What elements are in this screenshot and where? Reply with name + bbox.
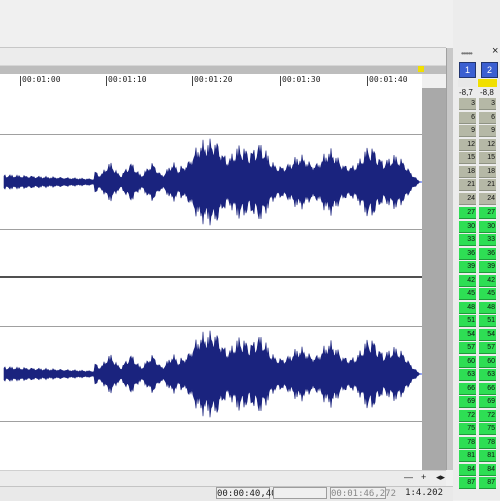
waveform-right-channel bbox=[3, 330, 421, 418]
meter-scale-label: 57 bbox=[479, 342, 496, 354]
ruler-label: 00:01:40 bbox=[369, 75, 408, 84]
meter-scale-label: 27 bbox=[459, 207, 476, 219]
meter-scale-label: 51 bbox=[479, 315, 496, 327]
selection-length bbox=[273, 487, 327, 499]
peak-hold-right bbox=[478, 79, 497, 87]
scroll-arrows-icon[interactable]: ◂▸ bbox=[436, 472, 445, 483]
meter-scale-label: 9 bbox=[459, 125, 476, 137]
meter-scale-label: 30 bbox=[479, 220, 496, 233]
close-icon[interactable]: × bbox=[492, 45, 498, 57]
ruler-label: 00:01:10 bbox=[108, 75, 147, 84]
meter-scale-label: 63 bbox=[479, 369, 496, 381]
meter-scale-label: 48 bbox=[479, 301, 496, 314]
meter-scale-label: 39 bbox=[459, 261, 476, 273]
ruler-tick bbox=[280, 76, 281, 86]
horizontal-scrollbar[interactable] bbox=[0, 470, 446, 487]
file-length: 00:01:46,272 bbox=[330, 487, 397, 499]
selection-bar[interactable] bbox=[0, 66, 446, 74]
meter-scale-label: 3 bbox=[479, 98, 496, 110]
meter-scale-label: 30 bbox=[459, 220, 476, 233]
ruler-label: 00:01:20 bbox=[194, 75, 233, 84]
meter-scale-label: 84 bbox=[459, 463, 476, 476]
meter-scale-label: 42 bbox=[459, 274, 476, 287]
grip-icon[interactable]: •••••• bbox=[461, 49, 473, 58]
meter-scale-label: 63 bbox=[459, 369, 476, 381]
meter-scale-label: 75 bbox=[479, 423, 496, 435]
peak-hold-left bbox=[458, 79, 477, 87]
meter-scale-label: 24 bbox=[479, 192, 496, 205]
meter-scale-label: 54 bbox=[479, 328, 496, 341]
meter-scale-label: 72 bbox=[479, 409, 496, 422]
meter-scale-label: 36 bbox=[459, 247, 476, 260]
meter-scale-label: 51 bbox=[459, 315, 476, 327]
meter-scale-label: 75 bbox=[459, 423, 476, 435]
ruler-tick bbox=[367, 76, 368, 86]
ruler-tick bbox=[20, 76, 21, 86]
meter-scale-label: 9 bbox=[479, 125, 496, 137]
meter-scale-label: 45 bbox=[479, 288, 496, 300]
meter-scale-label: 78 bbox=[459, 436, 476, 449]
meter-scale-label: 60 bbox=[459, 355, 476, 368]
meter-scale-label: 84 bbox=[479, 463, 496, 476]
meter-scale-label: 18 bbox=[479, 165, 496, 178]
cursor-position: 00:00:40,400 bbox=[216, 487, 283, 499]
waveform-end-region bbox=[422, 88, 446, 470]
ruler-label: 00:01:00 bbox=[22, 75, 61, 84]
meter-scale-label: 33 bbox=[479, 234, 496, 246]
meter-scale-label: 78 bbox=[479, 436, 496, 449]
meter-scale-label: 24 bbox=[459, 192, 476, 205]
meter-scale-label: 81 bbox=[459, 450, 476, 462]
meter-scale-label: 12 bbox=[459, 138, 476, 151]
meter-scale-label: 33 bbox=[459, 234, 476, 246]
meter-scale-label: 42 bbox=[479, 274, 496, 287]
meter-scale-label: 81 bbox=[479, 450, 496, 462]
meter-scale-label: 66 bbox=[459, 382, 476, 395]
channel-1-button[interactable]: 1 bbox=[459, 62, 476, 78]
meter-scale-label: 15 bbox=[479, 152, 496, 164]
waveform-view[interactable] bbox=[0, 88, 422, 470]
meter-scale-label: 3 bbox=[459, 98, 476, 110]
toolbar-area bbox=[0, 0, 453, 47]
channel-2-button[interactable]: 2 bbox=[481, 62, 498, 78]
waveform-svg bbox=[3, 138, 422, 418]
time-ruler[interactable]: 00:01:00 00:01:10 00:01:20 00:01:30 00:0… bbox=[0, 74, 422, 89]
meter-scale-label: 36 bbox=[479, 247, 496, 260]
meter-scale-label: 60 bbox=[479, 355, 496, 368]
zoom-ratio: 1:4.202 bbox=[405, 488, 443, 498]
ruler-label: 00:01:30 bbox=[282, 75, 321, 84]
meter-scale-label: 87 bbox=[459, 477, 476, 489]
meter-scale-label: 87 bbox=[479, 477, 496, 489]
meter-scale-label: 12 bbox=[479, 138, 496, 151]
meter-scale-label: 66 bbox=[479, 382, 496, 395]
ruler-tick bbox=[192, 76, 193, 86]
meter-scale-label: 57 bbox=[459, 342, 476, 354]
meter-scale-label: 54 bbox=[459, 328, 476, 341]
meter-scale-label: 18 bbox=[459, 165, 476, 178]
meter-scale-label: 15 bbox=[459, 152, 476, 164]
loop-marker[interactable] bbox=[418, 66, 424, 72]
meter-left-channel: 3 6 9 12 15 18 21 24 27 30 33 36 39 42 45 48 51 54 57 60 63 6… bbox=[459, 98, 476, 496]
plus-icon[interactable]: + bbox=[421, 472, 426, 482]
meter-scale-label: 27 bbox=[479, 207, 496, 219]
peak-value-right: -8,8 bbox=[480, 88, 494, 97]
meter-scale-label: 6 bbox=[459, 111, 476, 124]
meter-scale-label: 21 bbox=[479, 179, 496, 191]
meter-scale-label: 69 bbox=[479, 396, 496, 408]
meter-scale-label: 21 bbox=[459, 179, 476, 191]
meter-right-channel: 3 6 9 12 15 18 21 24 27 30 33 36 39 42 45 48 51 54 57 60 63 6… bbox=[479, 98, 496, 496]
peak-value-left: -8,7 bbox=[459, 88, 473, 97]
minus-icon[interactable]: — bbox=[404, 472, 413, 482]
track-header bbox=[0, 48, 446, 66]
meter-scale-label: 72 bbox=[459, 409, 476, 422]
meter-scale-label: 39 bbox=[479, 261, 496, 273]
meter-scale-label: 45 bbox=[459, 288, 476, 300]
meter-scale-label: 69 bbox=[459, 396, 476, 408]
waveform-left-channel bbox=[3, 138, 421, 226]
meter-scale-label: 48 bbox=[459, 301, 476, 314]
ruler-tick bbox=[106, 76, 107, 86]
meter-scale-label: 6 bbox=[479, 111, 496, 124]
